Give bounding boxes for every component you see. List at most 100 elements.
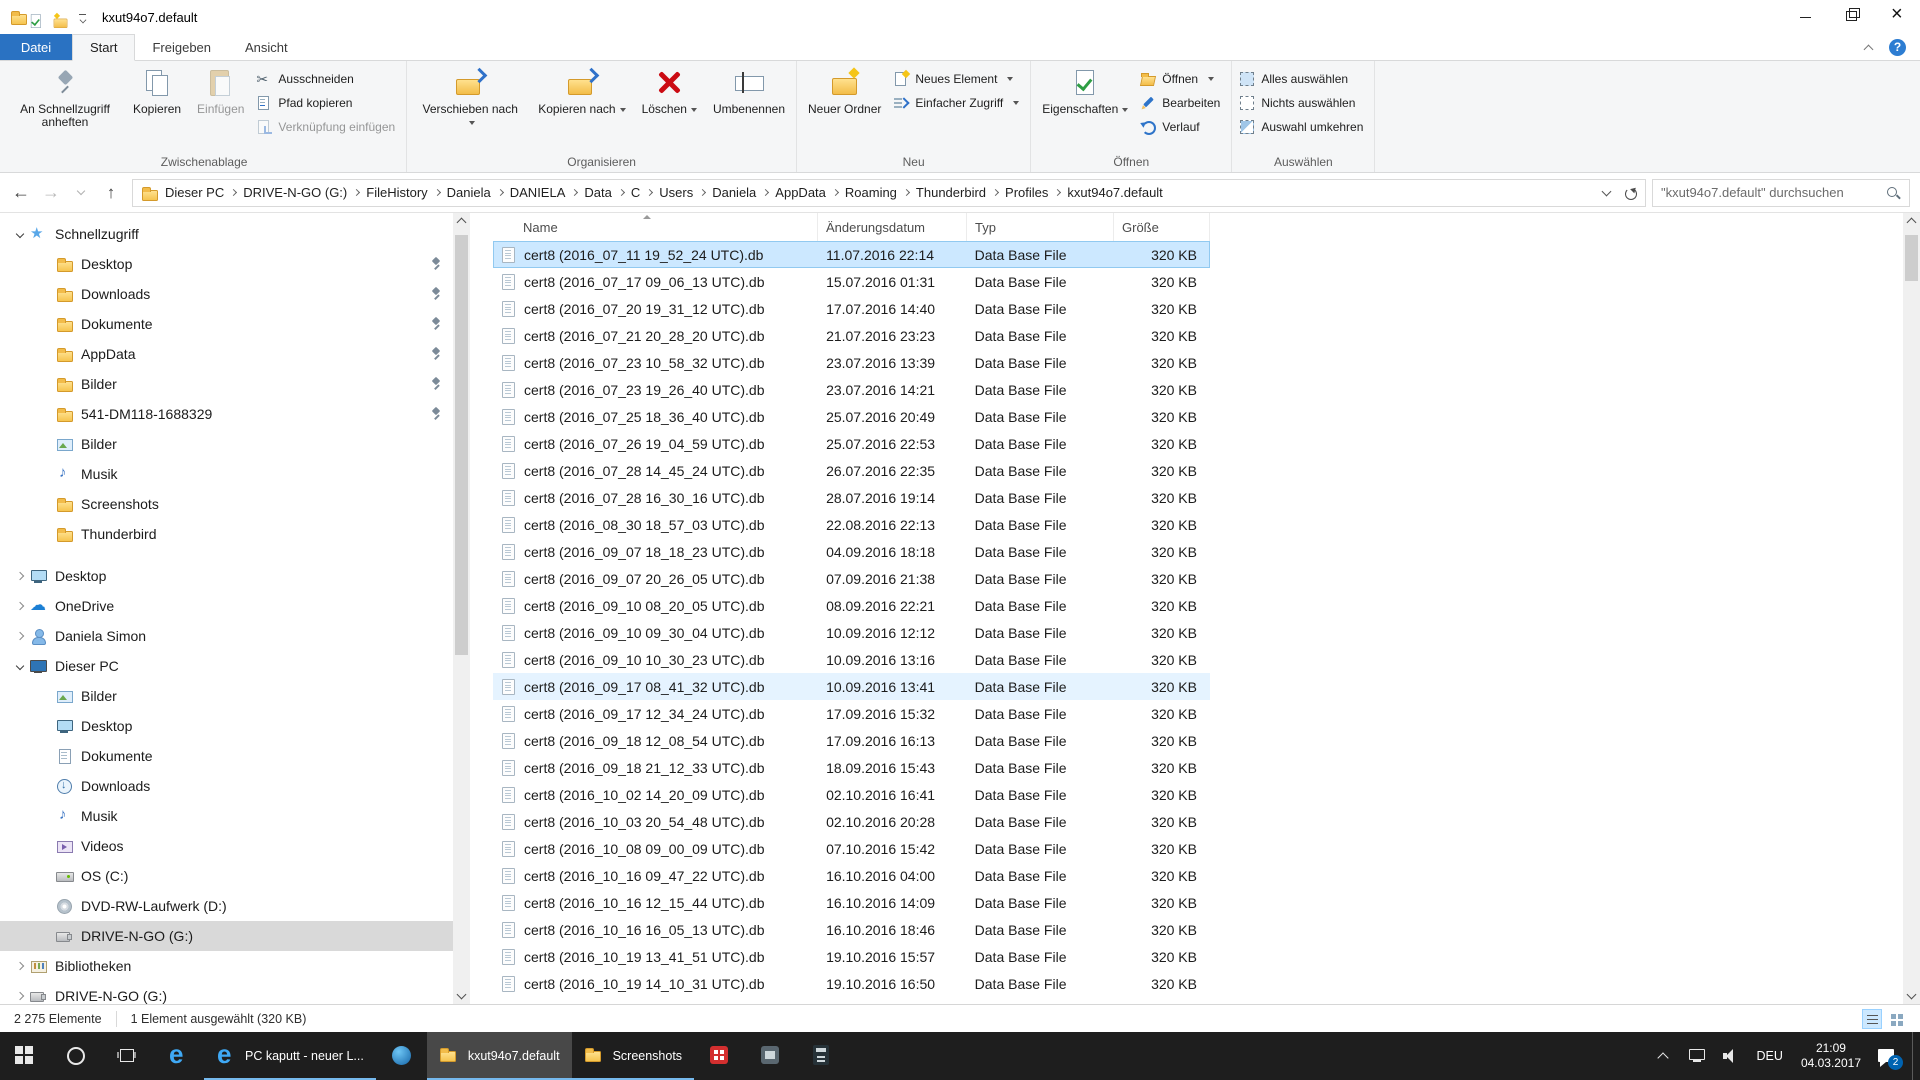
file-row-cert8-2016-09-07-20-26-05-utc-db[interactable]: cert8 (2016_09_07 20_26_05 UTC).db07.09.… xyxy=(493,565,1210,592)
breadcrumb-segment-daniela[interactable]: Daniela xyxy=(440,185,498,200)
file-row-cert8-2016-07-28-14-45-24-utc-db[interactable]: cert8 (2016_07_28 14_45_24 UTC).db26.07.… xyxy=(493,457,1210,484)
tray-expand-icon[interactable] xyxy=(1652,1045,1674,1067)
breadcrumb-segment-appdata[interactable]: AppData xyxy=(768,185,833,200)
breadcrumb-segment-roaming[interactable]: Roaming xyxy=(838,185,904,200)
sidebar-item-desktop[interactable]: Desktop xyxy=(0,249,470,279)
minimize-button[interactable] xyxy=(1782,0,1828,34)
sidebar-item-bilder[interactable]: Bilder xyxy=(0,369,470,399)
ribbon-button-bearbeiten[interactable]: Bearbeiten xyxy=(1136,91,1228,115)
refresh-button[interactable] xyxy=(1617,180,1643,206)
sidebar-item-desktop[interactable]: Desktop xyxy=(0,561,470,591)
sidebar-item-bilder[interactable]: Bilder xyxy=(0,429,470,459)
scroll-down-icon[interactable] xyxy=(457,990,467,1000)
breadcrumb-segment-drive-n-go-g[interactable]: DRIVE-N-GO (G:) xyxy=(236,185,354,200)
sidebar-item-thunderbird[interactable]: Thunderbird xyxy=(0,519,470,549)
sidebar-item-dieser-pc[interactable]: Dieser PC xyxy=(0,651,470,681)
ribbon-button-alles-ausw-hlen[interactable]: Alles auswählen xyxy=(1235,67,1371,91)
sidebar-item-os-c[interactable]: OS (C:) xyxy=(0,861,470,891)
qat-new-folder-icon[interactable] xyxy=(52,13,61,22)
ribbon-button-auswahl-umkehren[interactable]: Auswahl umkehren xyxy=(1235,115,1371,139)
file-row-cert8-2016-07-21-20-28-20-utc-db[interactable]: cert8 (2016_07_21 20_28_20 UTC).db21.07.… xyxy=(493,322,1210,349)
start-button[interactable] xyxy=(0,1032,51,1080)
column-header-size[interactable]: Größe xyxy=(1114,213,1210,241)
file-row-cert8-2016-10-19-13-41-51-utc-db[interactable]: cert8 (2016_10_19 13_41_51 UTC).db19.10.… xyxy=(493,943,1210,970)
recent-locations-icon[interactable] xyxy=(66,178,96,208)
sidebar-item-dokumente[interactable]: Dokumente xyxy=(0,309,470,339)
sidebar-item-drive-n-go-g[interactable]: DRIVE-N-GO (G:) xyxy=(0,981,470,1004)
address-dropdown-icon[interactable] xyxy=(1595,180,1617,206)
sidebar-item-musik[interactable]: Musik xyxy=(0,801,470,831)
clock[interactable]: 21:09 04.03.2017 xyxy=(1801,1041,1861,1071)
file-row-cert8-2016-10-16-12-15-44-utc-db[interactable]: cert8 (2016_10_16 12_15_44 UTC).db16.10.… xyxy=(493,889,1210,916)
column-header-name[interactable]: Name xyxy=(493,213,818,241)
breadcrumb-segment-daniela[interactable]: DANIELA xyxy=(503,185,573,200)
ribbon-button-l-schen[interactable]: Löschen xyxy=(634,63,705,154)
sidebar-scroll-thumb[interactable] xyxy=(455,235,468,655)
close-button[interactable] xyxy=(1874,0,1920,34)
file-row-cert8-2016-07-28-16-30-16-utc-db[interactable]: cert8 (2016_07_28 16_30_16 UTC).db28.07.… xyxy=(493,484,1210,511)
ribbon-button-pfad-kopieren[interactable]: Pfad kopieren xyxy=(252,91,403,115)
breadcrumb-segment-users[interactable]: Users xyxy=(652,185,700,200)
search-box[interactable]: "kxut94o7.default" durchsuchen xyxy=(1652,179,1910,207)
sidebar-item-onedrive[interactable]: OneDrive xyxy=(0,591,470,621)
action-center-icon[interactable]: 2 xyxy=(1876,1045,1898,1067)
qat-customize-icon[interactable] xyxy=(79,14,86,21)
tab-ansicht[interactable]: Ansicht xyxy=(228,34,305,60)
main-scroll-thumb[interactable] xyxy=(1905,235,1918,281)
file-row-cert8-2016-07-23-19-26-40-utc-db[interactable]: cert8 (2016_07_23 19_26_40 UTC).db23.07.… xyxy=(493,376,1210,403)
file-row-cert8-2016-10-16-09-47-22-utc-db[interactable]: cert8 (2016_10_16 09_47_22 UTC).db16.10.… xyxy=(493,862,1210,889)
show-desktop-button[interactable] xyxy=(1912,1032,1920,1080)
sidebar-item-schnellzugriff[interactable]: Schnellzugriff xyxy=(0,219,470,249)
breadcrumb-segment-daniela[interactable]: Daniela xyxy=(705,185,763,200)
sidebar-item-desktop[interactable]: Desktop xyxy=(0,711,470,741)
file-row-cert8-2016-07-23-10-58-32-utc-db[interactable]: cert8 (2016_07_23 10_58_32 UTC).db23.07.… xyxy=(493,349,1210,376)
sidebar-item-musik[interactable]: Musik xyxy=(0,459,470,489)
ribbon-button-ffnen[interactable]: Öffnen xyxy=(1136,67,1228,91)
sidebar-item-dokumente[interactable]: Dokumente xyxy=(0,741,470,771)
chevron-down-icon[interactable] xyxy=(16,230,24,238)
ribbon-button-kopieren[interactable]: Kopieren xyxy=(125,63,189,154)
scroll-up-icon[interactable] xyxy=(457,218,467,228)
sidebar-item-videos[interactable]: Videos xyxy=(0,831,470,861)
search-button[interactable] xyxy=(51,1032,102,1080)
back-button[interactable] xyxy=(6,178,36,208)
file-row-cert8-2016-10-19-14-10-31-utc-db[interactable]: cert8 (2016_10_19 14_10_31 UTC).db19.10.… xyxy=(493,970,1210,997)
volume-icon[interactable] xyxy=(1720,1045,1742,1067)
column-header-type[interactable]: Typ xyxy=(967,213,1114,241)
details-view-button[interactable] xyxy=(1862,1009,1882,1029)
ribbon-button-umbenennen[interactable]: Umbenennen xyxy=(705,63,793,154)
sidebar-item-dvd-rw-laufwerk-d[interactable]: DVD-RW-Laufwerk (D:) xyxy=(0,891,470,921)
file-row-cert8-2016-07-26-19-04-59-utc-db[interactable]: cert8 (2016_07_26 19_04_59 UTC).db25.07.… xyxy=(493,430,1210,457)
file-row-cert8-2016-08-30-18-57-03-utc-db[interactable]: cert8 (2016_08_30 18_57_03 UTC).db22.08.… xyxy=(493,511,1210,538)
file-row-cert8-2016-09-18-21-12-33-utc-db[interactable]: cert8 (2016_09_18 21_12_33 UTC).db18.09.… xyxy=(493,754,1210,781)
ribbon-button-eigenschaften[interactable]: Eigenschaften xyxy=(1034,63,1136,154)
file-row-cert8-2016-07-25-18-36-40-utc-db[interactable]: cert8 (2016_07_25 18_36_40 UTC).db25.07.… xyxy=(493,403,1210,430)
chevron-right-icon[interactable] xyxy=(16,572,24,580)
taskbar-window-kxut94o7-default[interactable]: kxut94o7.default xyxy=(427,1032,572,1080)
ribbon-button-ausschneiden[interactable]: Ausschneiden xyxy=(252,67,403,91)
sidebar-item-bibliotheken[interactable]: Bibliotheken xyxy=(0,951,470,981)
file-row-cert8-2016-09-07-18-18-23-utc-db[interactable]: cert8 (2016_09_07 18_18_23 UTC).db04.09.… xyxy=(493,538,1210,565)
breadcrumb-segment-kxut94o7-default[interactable]: kxut94o7.default xyxy=(1060,185,1169,200)
sidebar-item-daniela-simon[interactable]: Daniela Simon xyxy=(0,621,470,651)
sidebar-item-541-dm118-1688329[interactable]: 541-DM118-1688329 xyxy=(0,399,470,429)
address-bar[interactable]: Dieser PCDRIVE-N-GO (G:)FileHistoryDanie… xyxy=(132,179,1646,207)
file-row-cert8-2016-10-02-14-20-09-utc-db[interactable]: cert8 (2016_10_02 14_20_09 UTC).db02.10.… xyxy=(493,781,1210,808)
file-row-cert8-2016-10-08-09-00-09-utc-db[interactable]: cert8 (2016_10_08 09_00_09 UTC).db07.10.… xyxy=(493,835,1210,862)
breadcrumb-segment-data[interactable]: Data xyxy=(577,185,618,200)
calculator-button[interactable] xyxy=(796,1032,847,1080)
breadcrumb-segment-c[interactable]: C xyxy=(624,185,647,200)
file-row-cert8-2016-07-20-19-31-12-utc-db[interactable]: cert8 (2016_07_20 19_31_12 UTC).db17.07.… xyxy=(493,295,1210,322)
taskbar-window-pc-kaputt[interactable]: PC kaputt - neuer L... xyxy=(204,1032,376,1080)
round-app-button[interactable] xyxy=(376,1032,427,1080)
file-row-cert8-2016-10-16-16-05-13-utc-db[interactable]: cert8 (2016_10_16 16_05_13 UTC).db16.10.… xyxy=(493,916,1210,943)
sidebar-item-drive-n-go-g[interactable]: DRIVE-N-GO (G:) xyxy=(0,921,470,951)
language-indicator[interactable]: DEU xyxy=(1757,1049,1783,1063)
sidebar-item-screenshots[interactable]: Screenshots xyxy=(0,489,470,519)
breadcrumb-segment-thunderbird[interactable]: Thunderbird xyxy=(909,185,993,200)
ribbon-button-kopieren-nach[interactable]: Kopieren nach xyxy=(530,63,633,154)
qat-properties-icon[interactable] xyxy=(27,13,36,22)
restore-button[interactable] xyxy=(1828,0,1874,34)
scroll-up-icon[interactable] xyxy=(1907,218,1917,228)
taskbar-window-screenshots[interactable]: Screenshots xyxy=(572,1032,694,1080)
